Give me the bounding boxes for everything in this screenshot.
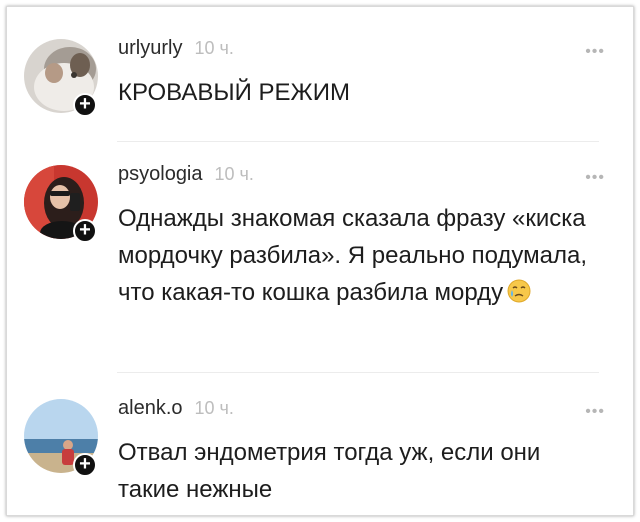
username[interactable]: urlyurly: [118, 37, 182, 60]
comment-header: psyologia 10 ч.: [118, 163, 254, 186]
follow-plus-icon[interactable]: +: [73, 219, 97, 243]
more-dots-icon[interactable]: •••: [585, 43, 605, 61]
comment-item: + urlyurly 10 ч. ••• КРОВАВЫЙ РЕЖИМ: [7, 29, 633, 141]
timestamp: 10 ч.: [214, 164, 254, 184]
comment-text: Однажды знакомая сказала фразу «киска мо…: [118, 200, 598, 311]
timestamp: 10 ч.: [194, 398, 234, 418]
timestamp: 10 ч.: [194, 38, 234, 58]
comment-text: КРОВАВЫЙ РЕЖИМ: [118, 79, 350, 106]
follow-plus-icon[interactable]: +: [73, 453, 97, 477]
follow-plus-icon[interactable]: +: [73, 93, 97, 117]
comments-panel: + urlyurly 10 ч. ••• КРОВАВЫЙ РЕЖИМ + ps…: [6, 6, 634, 516]
more-dots-icon[interactable]: •••: [585, 169, 605, 187]
comment-item: + alenk.o 10 ч. ••• Отвал эндометрия тог…: [7, 389, 633, 514]
more-dots-icon[interactable]: •••: [585, 403, 605, 421]
divider: [117, 372, 599, 373]
comment-text: Отвал эндометрия тогда уж, если они таки…: [118, 439, 541, 503]
username[interactable]: psyologia: [118, 163, 203, 186]
comment-header: urlyurly 10 ч.: [118, 37, 234, 60]
comment-item: + psyologia 10 ч. ••• Однажды знакомая с…: [7, 155, 633, 370]
comment-header: alenk.o 10 ч.: [118, 397, 234, 420]
divider: [117, 141, 599, 142]
username[interactable]: alenk.o: [118, 397, 183, 420]
crying-face-emoji: [507, 279, 531, 303]
